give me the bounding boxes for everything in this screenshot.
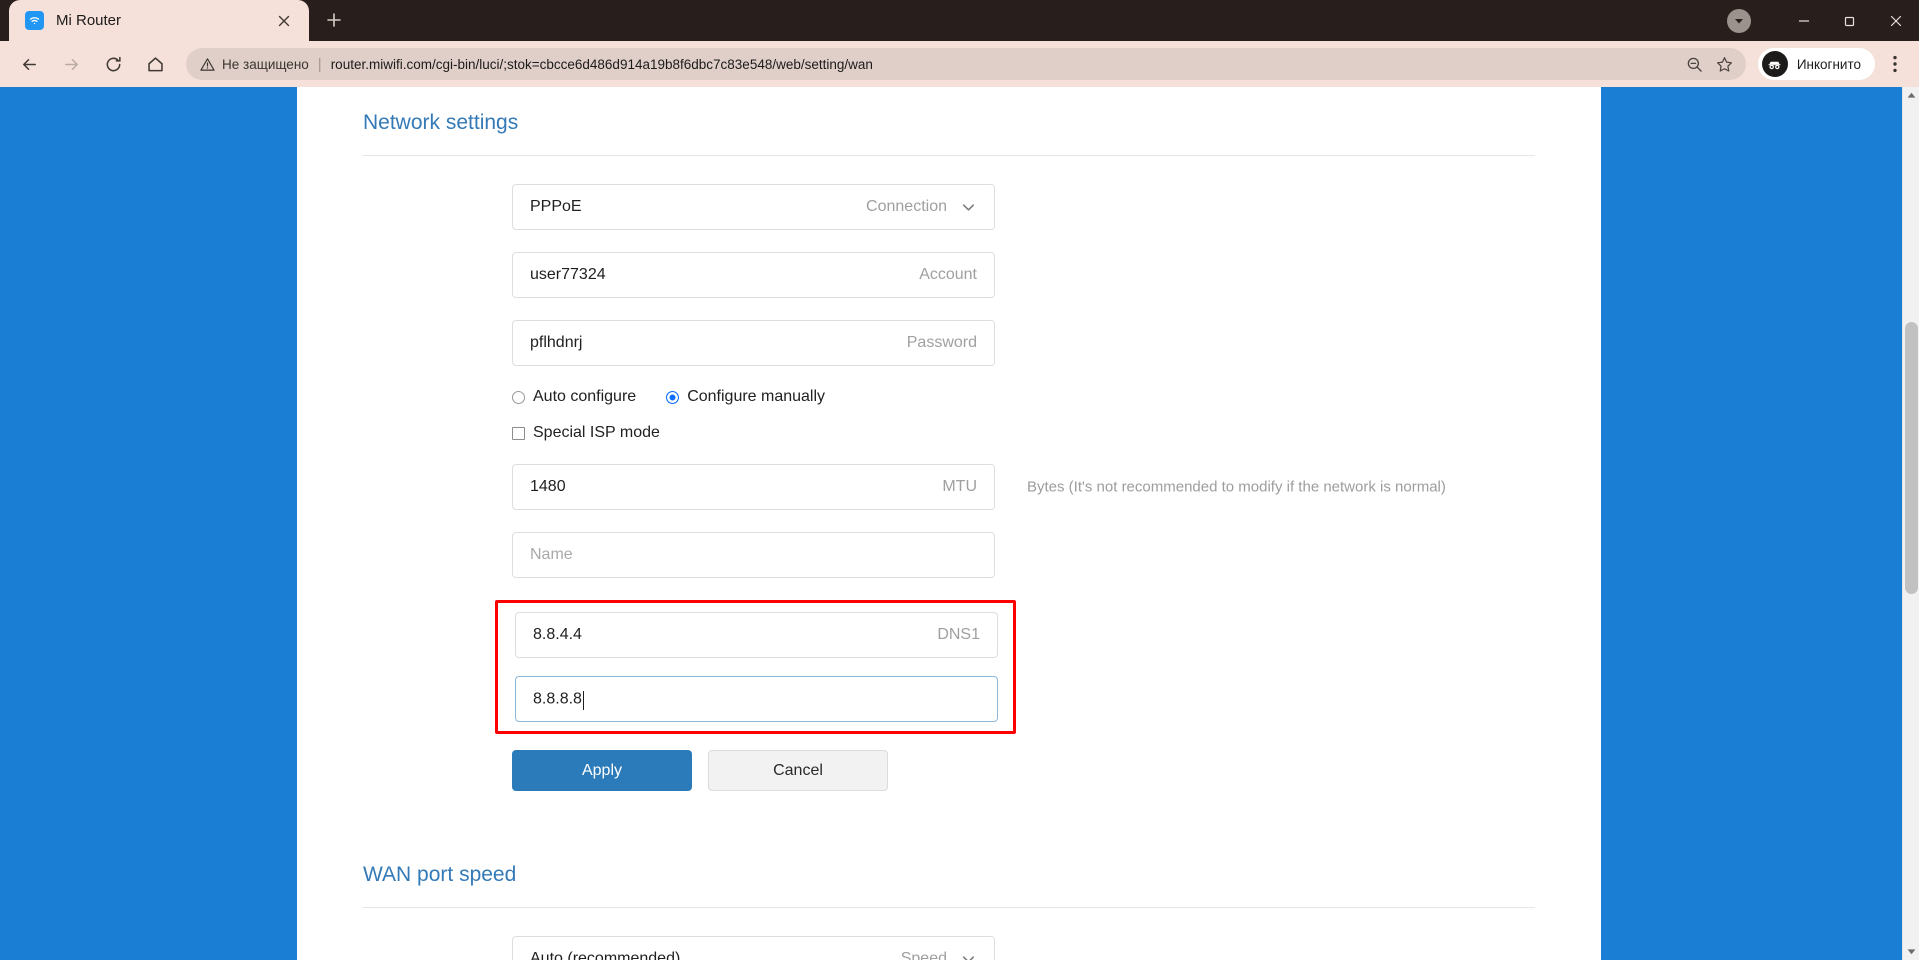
star-icon[interactable] [1710,49,1740,79]
wan-speed-label: Speed [900,950,947,960]
wan-port-speed-title: WAN port speed [363,863,517,886]
wan-speed-value: Auto (recommended) [530,950,681,960]
arrow-left-icon[interactable] [11,46,47,82]
checkbox-indicator[interactable] [512,426,525,440]
chevron-down-icon[interactable] [960,951,977,960]
tab-strip: Mi Router [0,0,1919,41]
minimize-icon[interactable] [1781,0,1827,41]
radio-auto-configure[interactable]: Auto configure [512,388,636,406]
url-text[interactable]: router.miwifi.com/cgi-bin/luci/;stok=cbc… [331,57,1680,72]
account-value: user77324 [530,266,606,283]
dns1-input[interactable]: 8.8.4.4 DNS1 [515,612,998,658]
text-caret [582,690,584,710]
browser-window: Mi Router Не защищено | router.miwifi.co… [0,0,1919,960]
mtu-value: 1480 [530,478,566,495]
mtu-label: MTU [942,478,977,495]
config-mode-radio-group: Auto configure Configure manually [512,388,1601,406]
mtu-input[interactable]: 1480 MTU [512,464,995,510]
account-input[interactable]: user77324 Account [512,252,995,298]
password-label: Password [906,334,977,351]
radio-indicator[interactable] [666,390,680,404]
router-settings-page: Network settings PPPoE Connection user77… [297,87,1601,960]
dns-highlight-box: 8.8.4.4 DNS1 8.8.8.8 [495,600,1016,734]
scrollbar-thumb[interactable] [1905,322,1918,594]
page-viewport: Network settings PPPoE Connection user77… [0,87,1919,960]
new-tab-button[interactable] [315,1,353,39]
checkbox-label: Special ISP mode [533,424,660,441]
dns1-value: 8.8.4.4 [533,626,582,643]
radio-label: Auto configure [533,388,637,405]
password-value: pflhdnrj [530,334,583,351]
incognito-icon [1761,51,1788,77]
radio-label: Configure manually [687,388,826,405]
form-actions: Apply Cancel [512,750,1601,791]
apply-button[interactable]: Apply [512,750,692,791]
radio-configure-manually[interactable]: Configure manually [666,388,825,406]
chevron-down-circle-icon[interactable] [1727,8,1751,33]
tab-title: Mi Router [56,12,122,29]
wan-speed-select[interactable]: Auto (recommended) Speed [512,936,995,960]
reload-icon[interactable] [95,46,131,82]
incognito-label: Инкогнито [1796,56,1861,72]
dns1-label: DNS1 [937,626,980,643]
address-bar[interactable]: Не защищено | router.miwifi.com/cgi-bin/… [186,48,1746,80]
window-controls [1727,0,1919,41]
warning-triangle-icon [200,57,215,72]
three-dots-vertical-icon[interactable] [1879,46,1911,82]
account-label: Account [919,266,977,283]
chevron-down-icon[interactable] [960,199,977,216]
close-icon[interactable] [271,8,297,34]
omnibox-separator: | [317,55,322,73]
connection-type-label: Connection [866,198,947,215]
security-status[interactable]: Не защищено [200,57,309,72]
chevron-down-icon[interactable] [1903,943,1919,960]
connection-type-select[interactable]: PPPoE Connection [512,184,995,230]
special-isp-mode-checkbox[interactable]: Special ISP mode [512,424,1601,442]
network-settings-form: PPPoE Connection user77324 Account pflhd… [297,156,1601,791]
mtu-row: 1480 MTU Bytes (It's not recommended to … [512,464,1601,510]
maximize-icon[interactable] [1827,0,1873,41]
page-scrollbar[interactable] [1902,87,1919,960]
chevron-up-icon[interactable] [1903,87,1919,104]
wan-port-speed-form: Auto (recommended) Speed [297,908,1601,960]
dns2-input[interactable]: 8.8.8.8 [515,676,998,722]
page-title: Network settings [363,111,519,134]
dns2-value-text: 8.8.8.8 [533,690,582,708]
security-status-label: Не защищено [222,56,309,72]
cancel-button[interactable]: Cancel [708,750,888,791]
close-icon[interactable] [1873,0,1919,41]
password-input[interactable]: pflhdnrj Password [512,320,995,366]
arrow-right-icon [53,46,89,82]
incognito-indicator[interactable]: Инкогнито [1757,48,1875,80]
browser-tab[interactable]: Mi Router [9,0,309,41]
browser-toolbar: Не защищено | router.miwifi.com/cgi-bin/… [0,41,1919,87]
radio-indicator[interactable] [512,390,525,404]
connection-type-value: PPPoE [530,198,582,215]
service-name-input[interactable]: Name [512,532,995,578]
home-icon[interactable] [137,46,173,82]
service-name-placeholder: Name [530,546,573,563]
mtu-hint: Bytes (It's not recommended to modify if… [1027,478,1446,496]
dns2-value: 8.8.8.8 [533,690,980,710]
wifi-icon [25,11,44,30]
magnifier-minus-icon[interactable] [1680,49,1710,79]
